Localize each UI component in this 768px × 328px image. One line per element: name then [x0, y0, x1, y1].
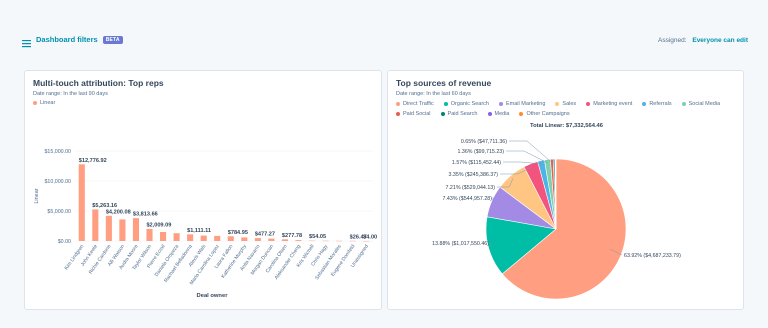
bar[interactable] [200, 235, 207, 241]
slice-label: 1.57% ($115,452.44) [452, 160, 501, 166]
data-label: $2,009.09 [146, 222, 171, 228]
slice-label: 63.92% ($4,687,233.79) [624, 253, 681, 259]
bar[interactable] [105, 215, 112, 241]
data-label: $784.95 [228, 230, 248, 236]
legend-label[interactable]: Linear [40, 100, 55, 106]
bar[interactable] [173, 233, 180, 241]
data-label: $12,776.92 [79, 158, 107, 164]
data-label: $5,263.16 [92, 203, 117, 209]
bar[interactable] [254, 238, 261, 241]
leader-line [509, 140, 553, 163]
report-card-top-reps: Multi-touch attribution: Top reps Date r… [24, 70, 382, 310]
chart-legend: Linear [33, 100, 55, 106]
bar[interactable] [187, 234, 194, 241]
slice-label: 7.43% ($544,957.28) [443, 196, 493, 202]
legend-swatch [33, 101, 37, 105]
assigned-info: Assigned: Everyone can edit [658, 37, 748, 44]
slice-label: 0.65% ($47,711.36) [461, 139, 507, 145]
bar[interactable] [92, 209, 99, 241]
y-tick-label: $0.00 [58, 239, 71, 245]
data-label: $277.78 [282, 233, 302, 239]
data-label: $477.27 [255, 232, 275, 238]
bar[interactable] [268, 238, 275, 241]
bar[interactable] [146, 228, 153, 241]
bar[interactable] [241, 237, 248, 241]
beta-badge: BETA [102, 35, 123, 44]
slice-label: 1.36% ($99,715.23) [457, 149, 504, 155]
bar[interactable] [281, 239, 289, 241]
slice-label: 3.35% ($245,386.37) [449, 172, 499, 178]
data-label: $4.00 [363, 234, 377, 240]
bar[interactable] [119, 219, 126, 241]
bar-chart: $0.00 $5,000.00 $10,000.00 $15,000.00 Linear… [34, 149, 377, 299]
x-axis-label: Deal owner [197, 293, 229, 299]
report-title[interactable]: Multi-touch attribution: Top reps [33, 78, 164, 88]
bar[interactable] [214, 235, 221, 241]
dashboard-toolbar: Dashboard filters BETA Assigned: Everyon… [0, 30, 768, 52]
bar[interactable] [78, 164, 85, 241]
y-axis-label: Linear [34, 188, 40, 203]
data-label: $54.05 [309, 234, 326, 240]
date-range: Date range: In the last 90 days [33, 91, 108, 97]
y-tick-label: $10,000.00 [44, 179, 71, 185]
y-tick-label: $5,000.00 [47, 209, 71, 215]
data-label: $1,111.11 [187, 228, 211, 234]
slice-label: 13.88% ($1,017,550.46) [432, 241, 489, 247]
data-label: $3,813.66 [133, 212, 158, 218]
filter-icon [22, 35, 31, 48]
assigned-value-link[interactable]: Everyone can edit [692, 37, 748, 44]
dashboard-filters-label: Dashboard filters [36, 35, 98, 44]
y-tick-label: $15,000.00 [44, 149, 71, 155]
pie-chart: 63.92% ($4,687,233.79) 13.88% ($1,017,550… [432, 139, 681, 300]
assigned-label: Assigned: [658, 37, 687, 44]
data-label: $4,200.08 [106, 209, 131, 215]
dashboard-filters-button[interactable]: Dashboard filters BETA [22, 35, 123, 48]
bar[interactable] [132, 218, 140, 241]
bar[interactable] [295, 240, 302, 241]
bar[interactable] [159, 232, 167, 241]
bar[interactable] [227, 236, 234, 241]
report-card-revenue-sources: Top sources of revenue Date range: In th… [387, 70, 744, 310]
slice-label: 7.21% ($529,044.13) [446, 185, 496, 191]
